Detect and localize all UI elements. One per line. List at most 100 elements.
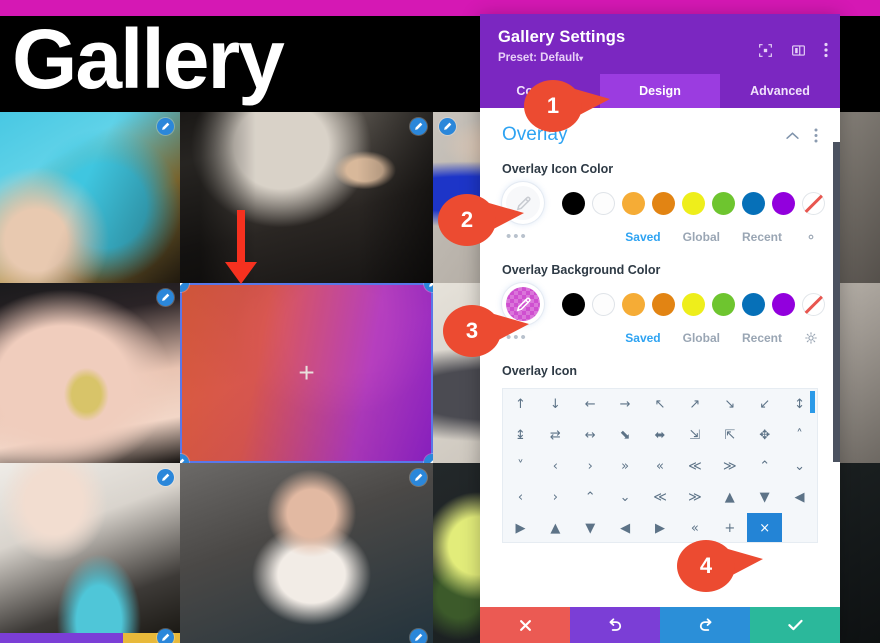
icon-option[interactable]: ↓ <box>538 389 573 420</box>
icon-option[interactable]: ↖ <box>643 389 678 420</box>
palette-dot-yellow[interactable] <box>682 191 705 215</box>
palette-dot-none[interactable] <box>802 191 825 215</box>
pencil-icon[interactable] <box>410 118 427 135</box>
palette-dot-dark-orange[interactable] <box>652 292 675 316</box>
icon-option[interactable]: ≪ <box>677 451 712 482</box>
icon-option[interactable]: ▶ <box>643 513 678 542</box>
gallery-tile-dumbbell[interactable] <box>180 463 433 643</box>
icon-option[interactable]: ↘ <box>712 389 747 420</box>
undo-button[interactable] <box>570 607 660 643</box>
redo-button[interactable] <box>660 607 750 643</box>
icon-option[interactable]: › <box>538 482 573 513</box>
palette-dot-green[interactable] <box>712 292 735 316</box>
pencil-icon[interactable] <box>157 629 174 643</box>
palette-dot-blue[interactable] <box>742 191 765 215</box>
palette-dot-dark-orange[interactable] <box>652 191 675 215</box>
link-saved[interactable]: Saved <box>625 230 660 244</box>
pencil-icon[interactable] <box>410 629 427 643</box>
icon-option[interactable]: → <box>608 389 643 420</box>
icon-picker-scrollbar[interactable] <box>810 390 816 541</box>
icon-option[interactable]: ↔ <box>573 420 608 451</box>
icon-option[interactable]: ▲ <box>538 513 573 542</box>
icon-option[interactable]: ▼ <box>573 513 608 542</box>
icon-option[interactable]: ˅ <box>503 451 538 482</box>
icon-option[interactable]: + <box>712 513 747 542</box>
cancel-button[interactable] <box>480 607 570 643</box>
link-recent[interactable]: Recent <box>742 230 782 244</box>
icon-option[interactable]: ▲ <box>712 482 747 513</box>
gallery-tile-portrait[interactable]: + <box>180 283 433 463</box>
panel-header-icons <box>758 42 828 58</box>
tab-advanced[interactable]: Advanced <box>720 74 840 108</box>
icon-option[interactable]: ✥ <box>747 420 782 451</box>
icon-option[interactable]: ≪ <box>643 482 678 513</box>
save-button[interactable] <box>750 607 840 643</box>
panel-scroll-thumb[interactable] <box>833 142 840 462</box>
gallery-tile-stretch[interactable] <box>0 463 180 643</box>
swatch-row <box>502 287 825 321</box>
overlay-icon-picker[interactable]: ↑ ↓ ← → ↖ ↗ ↘ ↙ ↕ ↨ ⇄ ↔ ⬊ ⬌ ⇲ ⇱ ✥ ˄ ˅ ‹ ›» «≪ ≫ ⌃ ⌄ ‹ › ⌃ ⌄ ≪ ≫ ▲ ▼ ◀ ▶ ▲ ▼ ◀… <box>502 388 818 543</box>
fullscreen-icon[interactable] <box>758 43 773 58</box>
pencil-icon[interactable] <box>439 118 456 135</box>
icon-option[interactable]: ↗ <box>677 389 712 420</box>
icon-option[interactable]: ⌃ <box>573 482 608 513</box>
palette-dot-none[interactable] <box>802 292 825 316</box>
icon-option[interactable]: ⌄ <box>608 482 643 513</box>
icon-option-selected[interactable]: × <box>747 513 783 542</box>
pencil-icon[interactable] <box>157 469 174 486</box>
icon-option[interactable]: ▼ <box>747 482 782 513</box>
link-saved[interactable]: Saved <box>625 331 660 345</box>
link-recent[interactable]: Recent <box>742 331 782 345</box>
icon-option[interactable]: ≫ <box>677 482 712 513</box>
icon-option[interactable]: › <box>573 451 608 482</box>
palette-dot-purple[interactable] <box>772 292 795 316</box>
icon-option[interactable]: ‹ <box>538 451 573 482</box>
icon-option[interactable]: « <box>643 451 678 482</box>
gear-icon[interactable] <box>804 230 818 244</box>
icon-grid: ↑ ↓ ← → ↖ ↗ ↘ ↙ ↕ ↨ ⇄ ↔ ⬊ ⬌ ⇲ ⇱ ✥ ˄ ˅ ‹ ›» «≪ ≫ ⌃ ⌄ ‹ › ⌃ ⌄ ≪ ≫ ▲ ▼ ◀ ▶ ▲ ▼ ◀… <box>503 389 817 542</box>
kebab-menu-icon[interactable] <box>824 42 828 58</box>
palette-dot-light-orange[interactable] <box>622 191 645 215</box>
icon-option[interactable]: ← <box>573 389 608 420</box>
palette-dot-purple[interactable] <box>772 191 795 215</box>
icon-option[interactable]: ⌃ <box>747 451 782 482</box>
pencil-icon[interactable] <box>157 118 174 135</box>
gallery-tile-hands[interactable] <box>0 283 180 463</box>
palette-dot-black[interactable] <box>562 191 585 215</box>
callout-number: 1 <box>546 93 560 118</box>
palette-dot-green[interactable] <box>712 191 735 215</box>
palette-dot-light-orange[interactable] <box>622 292 645 316</box>
icon-option[interactable]: ≫ <box>712 451 747 482</box>
chevron-up-icon[interactable] <box>785 131 800 140</box>
icon-option[interactable]: ↙ <box>747 389 782 420</box>
icon-option[interactable]: ⇱ <box>712 420 747 451</box>
icon-option[interactable]: ↑ <box>503 389 538 420</box>
palette-dot-white[interactable] <box>592 292 615 316</box>
icon-option[interactable]: ⇄ <box>538 420 573 451</box>
icon-option[interactable]: ↨ <box>503 420 538 451</box>
icon-option[interactable]: ⬌ <box>643 420 678 451</box>
palette-dot-yellow[interactable] <box>682 292 705 316</box>
icon-option[interactable]: » <box>608 451 643 482</box>
gear-icon[interactable] <box>804 331 818 345</box>
icon-option[interactable]: ◀ <box>608 513 643 542</box>
link-global[interactable]: Global <box>683 230 720 244</box>
icon-picker-scroll-thumb[interactable] <box>810 391 815 413</box>
palette-dot-black[interactable] <box>562 292 585 316</box>
pencil-icon[interactable] <box>410 469 427 486</box>
link-global[interactable]: Global <box>683 331 720 345</box>
icon-option[interactable]: ⬊ <box>608 420 643 451</box>
icon-option[interactable]: ⇲ <box>677 420 712 451</box>
gallery-tile-bike[interactable] <box>0 112 180 283</box>
tile-image <box>0 463 180 643</box>
icon-option[interactable]: ▶ <box>503 513 538 542</box>
pencil-icon[interactable] <box>157 289 174 306</box>
tab-design[interactable]: Design <box>600 74 720 108</box>
icon-option[interactable]: ‹ <box>503 482 538 513</box>
palette-dot-white[interactable] <box>592 191 615 215</box>
layout-columns-icon[interactable] <box>791 43 806 58</box>
icon-option[interactable]: « <box>677 513 712 542</box>
panel-scrollbar[interactable] <box>833 142 840 599</box>
palette-dot-blue[interactable] <box>742 292 765 316</box>
kebab-menu-icon[interactable] <box>814 128 818 143</box>
